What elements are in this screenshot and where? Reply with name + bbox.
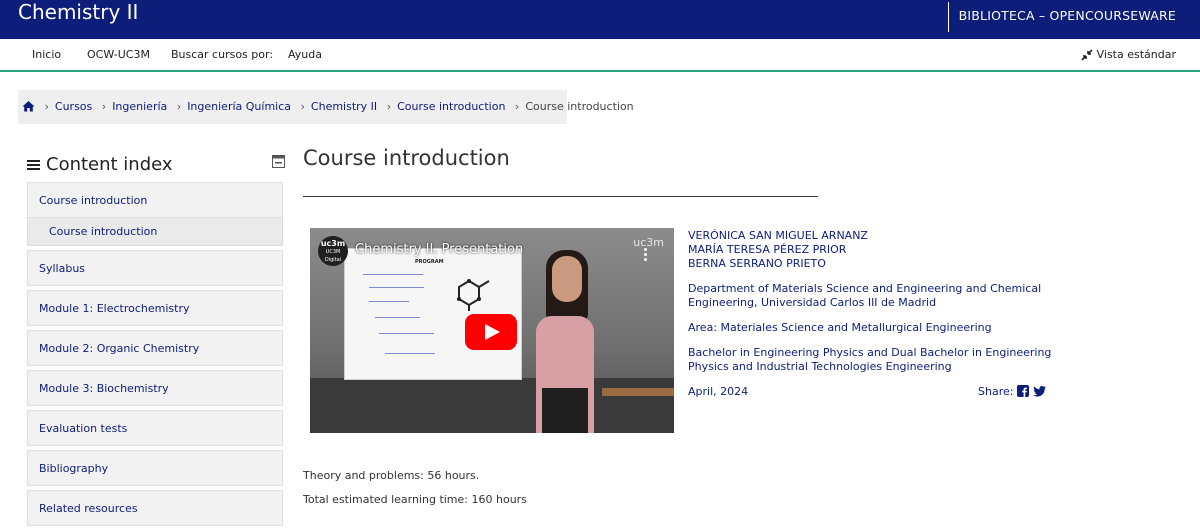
- publication-date: April, 2024: [688, 385, 749, 398]
- theory-hours: Theory and problems: 56 hours.: [303, 469, 480, 482]
- compress-icon: [1081, 49, 1093, 61]
- video-watermark: uc3m: [633, 236, 664, 249]
- sidebar-item-module-1[interactable]: Module 1: Electrochemistry: [27, 290, 283, 326]
- presenter-legs: [542, 388, 588, 433]
- top-bar: Chemistry II BIBLIOTECA – OPENCOURSEWARE: [0, 0, 1200, 39]
- channel-logo[interactable]: uc3m UC3M Digital: [318, 236, 348, 266]
- author-name[interactable]: BERNA SERRANO PRIETO: [688, 257, 1060, 271]
- chevron-right-icon: ›: [176, 100, 182, 113]
- chevron-right-icon: ›: [300, 100, 305, 113]
- degree: Bachelor in Engineering Physics and Dual…: [688, 346, 1052, 373]
- course-info: VERÓNICA SAN MIGUEL ARNANZ MARÍA TERESA …: [688, 229, 1060, 399]
- molecule-icon: [457, 279, 490, 311]
- breadcrumb-ingenieria-quimica[interactable]: Ingeniería Química: [187, 100, 291, 113]
- chevron-right-icon: ›: [44, 100, 49, 113]
- sidebar-subitem-course-introduction[interactable]: Course introduction: [27, 218, 283, 246]
- site-title[interactable]: Chemistry II: [18, 0, 138, 24]
- view-mode-label: Vista estándar: [1096, 48, 1176, 61]
- sidebar-item-related-resources[interactable]: Related resources: [27, 490, 283, 526]
- area: Area: Materiales Science and Metallurgic…: [688, 321, 992, 334]
- slide-heading: PROGRAM: [415, 259, 444, 265]
- video-player[interactable]: PROGRAM uc3m UC3M Digital Chemistry II. P…: [310, 228, 674, 433]
- channel-logo-text: uc3m: [320, 239, 346, 248]
- breadcrumb-current: Course introduction: [525, 100, 634, 113]
- home-icon[interactable]: [22, 100, 35, 112]
- main-nav: Inicio OCW-UC3M Buscar cursos por: Ayuda…: [0, 39, 1200, 72]
- slide-line: [385, 353, 435, 354]
- play-button[interactable]: [465, 314, 517, 350]
- title-divider: [303, 196, 818, 197]
- breadcrumb-chemistry-ii[interactable]: Chemistry II: [311, 100, 377, 113]
- more-options-icon[interactable]: [644, 248, 648, 264]
- authors-list: VERÓNICA SAN MIGUEL ARNANZ MARÍA TERESA …: [688, 229, 1060, 271]
- slide-line: [363, 274, 423, 275]
- department: Department of Materials Science and Engi…: [688, 282, 1042, 309]
- sidebar-item-bibliography[interactable]: Bibliography: [27, 450, 283, 486]
- menu-icon: [27, 160, 40, 170]
- facebook-icon[interactable]: [1017, 385, 1030, 397]
- content-index-label: Content index: [46, 154, 173, 175]
- content-index: Course introduction Course introduction …: [27, 182, 283, 528]
- page-title: Course introduction: [303, 146, 510, 170]
- nav-ayuda[interactable]: Ayuda: [288, 48, 322, 61]
- sidebar-item-course-introduction[interactable]: Course introduction: [27, 182, 283, 218]
- collapse-icon[interactable]: [272, 155, 285, 168]
- presenter-face: [552, 256, 582, 302]
- video-title[interactable]: Chemistry II. Presentation: [355, 242, 523, 257]
- sidebar-item-syllabus[interactable]: Syllabus: [27, 250, 283, 286]
- sidebar-item-evaluation-tests[interactable]: Evaluation tests: [27, 410, 283, 446]
- chevron-right-icon: ›: [514, 100, 520, 113]
- share-section: Share:: [978, 385, 1047, 399]
- nav-buscar-cursos[interactable]: Buscar cursos por:: [171, 48, 273, 61]
- slide-line: [369, 301, 409, 302]
- chevron-right-icon: ›: [101, 100, 107, 113]
- breadcrumb-cursos[interactable]: Cursos: [55, 100, 92, 113]
- breadcrumb: › Cursos › Ingeniería › Ingeniería Química …: [18, 90, 634, 124]
- breadcrumb-course-introduction[interactable]: Course introduction: [397, 100, 505, 113]
- sidebar-item-module-3[interactable]: Module 3: Biochemistry: [27, 370, 283, 406]
- author-name[interactable]: MARÍA TERESA PÉREZ PRIOR: [688, 243, 1060, 257]
- total-learning-time: Total estimated learning time: 160 hours: [303, 493, 527, 506]
- sidebar-item-module-2[interactable]: Module 2: Organic Chemistry: [27, 330, 283, 366]
- channel-logo-subtext: UC3M Digital: [324, 249, 342, 263]
- library-brand-logo[interactable]: BIBLIOTECA – OPENCOURSEWARE: [947, 2, 1176, 32]
- author-name[interactable]: VERÓNICA SAN MIGUEL ARNANZ: [688, 229, 1060, 243]
- chevron-right-icon: ›: [386, 100, 392, 113]
- slide-line: [375, 317, 420, 318]
- breadcrumb-ingenieria[interactable]: Ingeniería: [112, 100, 167, 113]
- date-share-row: April, 2024 Share:: [688, 385, 1060, 399]
- video-floor: [310, 378, 674, 433]
- content-index-title: Content index: [27, 154, 173, 175]
- twitter-icon[interactable]: [1033, 386, 1047, 397]
- share-label: Share:: [978, 385, 1014, 398]
- nav-ocw-uc3m[interactable]: OCW-UC3M: [87, 48, 150, 61]
- slide-line: [369, 287, 424, 288]
- slide-line: [379, 333, 434, 334]
- video-table: [602, 388, 674, 396]
- nav-inicio[interactable]: Inicio: [32, 48, 61, 61]
- view-mode-toggle[interactable]: Vista estándar: [1081, 48, 1176, 61]
